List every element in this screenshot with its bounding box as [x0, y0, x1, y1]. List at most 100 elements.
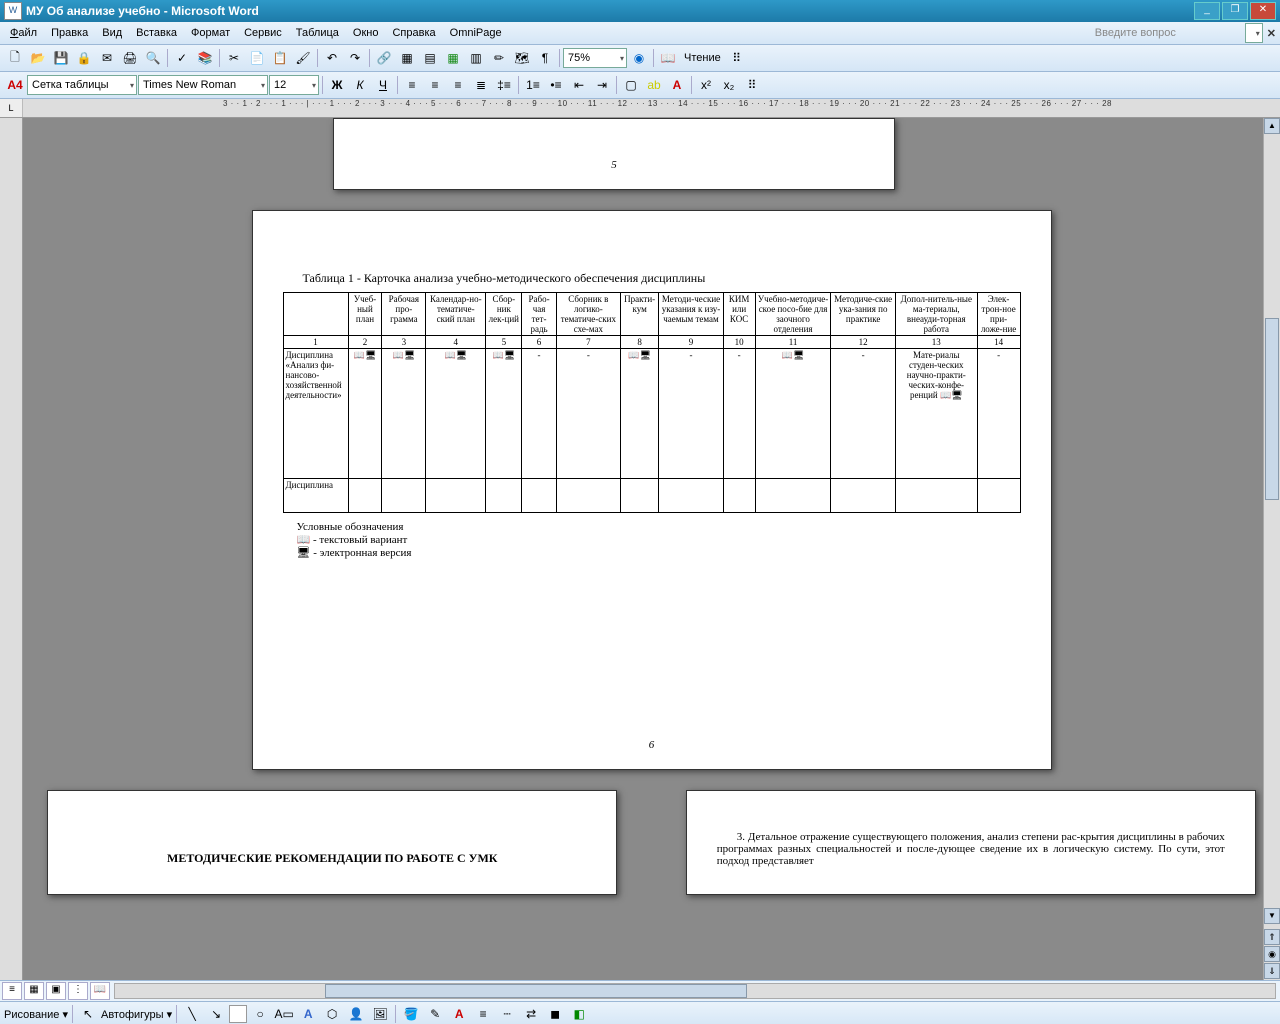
web-layout-icon[interactable]: ▦	[24, 982, 44, 1000]
insert-table-icon[interactable]: ▤	[419, 47, 441, 69]
vertical-ruler[interactable]	[0, 118, 23, 980]
prev-page-icon[interactable]: ⇑	[1264, 929, 1280, 945]
decrease-indent-icon[interactable]: ⇤	[568, 74, 590, 96]
show-marks-icon[interactable]: ¶	[534, 47, 556, 69]
undo-icon[interactable]: ↶	[321, 47, 343, 69]
drawing-icon[interactable]: ✏	[488, 47, 510, 69]
align-left-icon[interactable]: ≡	[401, 74, 423, 96]
reading-icon[interactable]: 📖	[657, 47, 679, 69]
scroll-thumb[interactable]	[1265, 318, 1279, 500]
subscript-icon[interactable]: x₂	[718, 74, 740, 96]
line-icon[interactable]: ╲	[181, 1003, 203, 1024]
scroll-thumb[interactable]	[325, 984, 747, 998]
align-justify-icon[interactable]: ≣	[470, 74, 492, 96]
new-doc-icon[interactable]: 🗋	[4, 47, 26, 69]
help-icon[interactable]: ◉	[628, 47, 650, 69]
open-icon[interactable]: 📂	[27, 47, 49, 69]
excel-icon[interactable]: ▦	[442, 47, 464, 69]
picture-icon[interactable]: 🖼	[369, 1003, 391, 1024]
style-combo[interactable]: Сетка таблицы	[27, 75, 137, 95]
horizontal-ruler[interactable]: 3 · · 1 · 2 · · · 1 · · · | · · · 1 · · …	[23, 99, 1280, 117]
diagram-icon[interactable]: ⬡	[321, 1003, 343, 1024]
toolbar-options-icon[interactable]: ⠿	[726, 47, 748, 69]
tab-selector[interactable]: L	[0, 99, 23, 117]
columns-icon[interactable]: ▥	[465, 47, 487, 69]
arrow-icon[interactable]: ↘	[205, 1003, 227, 1024]
oval-icon[interactable]: ○	[249, 1003, 271, 1024]
normal-view-icon[interactable]: ≡	[2, 982, 22, 1000]
next-page-icon[interactable]: ⇓	[1264, 963, 1280, 979]
ask-dropdown[interactable]	[1245, 23, 1263, 43]
paste-icon[interactable]: 📋	[269, 47, 291, 69]
minimize-button[interactable]: _	[1194, 2, 1220, 20]
3d-icon[interactable]: ◧	[568, 1003, 590, 1024]
numbered-list-icon[interactable]: 1≡	[522, 74, 544, 96]
print-preview-icon[interactable]: 🔍	[142, 47, 164, 69]
drawing-menu[interactable]: Рисование ▾	[4, 1008, 68, 1021]
research-icon[interactable]: 📚	[194, 47, 216, 69]
menu-tools[interactable]: Сервис	[238, 25, 288, 41]
close-doc-button[interactable]: ✕	[1267, 27, 1276, 40]
scroll-down-icon[interactable]: ▼	[1264, 908, 1280, 924]
menu-file[interactable]: Файл	[4, 25, 43, 41]
save-icon[interactable]: 💾	[50, 47, 72, 69]
doc-map-icon[interactable]: 🗺	[511, 47, 533, 69]
spelling-icon[interactable]: ✓	[171, 47, 193, 69]
document-area[interactable]: 5 Таблица 1 - Карточка анализа учебно-ме…	[23, 118, 1280, 980]
italic-icon[interactable]: К	[349, 74, 371, 96]
align-center-icon[interactable]: ≡	[424, 74, 446, 96]
font-combo[interactable]: Times New Roman	[138, 75, 268, 95]
clipart-icon[interactable]: 👤	[345, 1003, 367, 1024]
menu-table[interactable]: Таблица	[290, 25, 345, 41]
bulleted-list-icon[interactable]: •≡	[545, 74, 567, 96]
redo-icon[interactable]: ↷	[344, 47, 366, 69]
analysis-table[interactable]: Учеб-ный планРабочая про-граммаКалендар-…	[283, 292, 1021, 513]
toolbar-options-icon[interactable]: ⠿	[741, 74, 763, 96]
menu-window[interactable]: Окно	[347, 25, 385, 41]
textbox-icon[interactable]: A▭	[273, 1003, 295, 1024]
cut-icon[interactable]: ✂	[223, 47, 245, 69]
wordart-icon[interactable]: A	[297, 1003, 319, 1024]
tables-borders-icon[interactable]: ▦	[396, 47, 418, 69]
outline-view-icon[interactable]: ⋮	[68, 982, 88, 1000]
borders-icon[interactable]: ▢	[620, 74, 642, 96]
menu-view[interactable]: Вид	[96, 25, 128, 41]
copy-icon[interactable]: 📄	[246, 47, 268, 69]
print-icon[interactable]: 🖨	[119, 47, 141, 69]
vertical-scrollbar[interactable]: ▲ ▼ ⇑ ◉ ⇓	[1263, 118, 1280, 980]
font-color-icon[interactable]: A	[448, 1003, 470, 1024]
rectangle-icon[interactable]	[229, 1005, 247, 1023]
email-icon[interactable]: ✉	[96, 47, 118, 69]
menu-omnipage[interactable]: OmniPage	[444, 25, 508, 41]
close-button[interactable]: ✕	[1250, 2, 1276, 20]
hyperlink-icon[interactable]: 🔗	[373, 47, 395, 69]
scroll-up-icon[interactable]: ▲	[1264, 118, 1280, 134]
superscript-icon[interactable]: x²	[695, 74, 717, 96]
font-color-icon[interactable]: A	[666, 74, 688, 96]
menu-insert[interactable]: Вставка	[130, 25, 183, 41]
select-browse-icon[interactable]: ◉	[1264, 946, 1280, 962]
print-layout-icon[interactable]: ▣	[46, 982, 66, 1000]
line-style-icon[interactable]: ≡	[472, 1003, 494, 1024]
line-color-icon[interactable]: ✎	[424, 1003, 446, 1024]
menu-edit[interactable]: Правка	[45, 25, 94, 41]
shadow-icon[interactable]: ◼	[544, 1003, 566, 1024]
ask-question-box[interactable]: Введите вопрос	[1095, 27, 1245, 39]
autoshapes-menu[interactable]: Автофигуры ▾	[101, 1008, 172, 1021]
format-painter-icon[interactable]: 🖌	[292, 47, 314, 69]
select-objects-icon[interactable]: ↖	[77, 1003, 99, 1024]
increase-indent-icon[interactable]: ⇥	[591, 74, 613, 96]
line-spacing-icon[interactable]: ‡≡	[493, 74, 515, 96]
fill-color-icon[interactable]: 🪣	[400, 1003, 422, 1024]
underline-icon[interactable]: Ч	[372, 74, 394, 96]
reading-label[interactable]: Чтение	[680, 52, 725, 64]
bold-icon[interactable]: Ж	[326, 74, 348, 96]
horizontal-scrollbar[interactable]	[114, 983, 1276, 999]
zoom-combo[interactable]: 75%	[563, 48, 627, 68]
align-right-icon[interactable]: ≡	[447, 74, 469, 96]
arrow-style-icon[interactable]: ⇄	[520, 1003, 542, 1024]
highlight-icon[interactable]: ab	[643, 74, 665, 96]
permission-icon[interactable]: 🔒	[73, 47, 95, 69]
maximize-button[interactable]: ❐	[1222, 2, 1248, 20]
reading-layout-icon[interactable]: 📖	[90, 982, 110, 1000]
